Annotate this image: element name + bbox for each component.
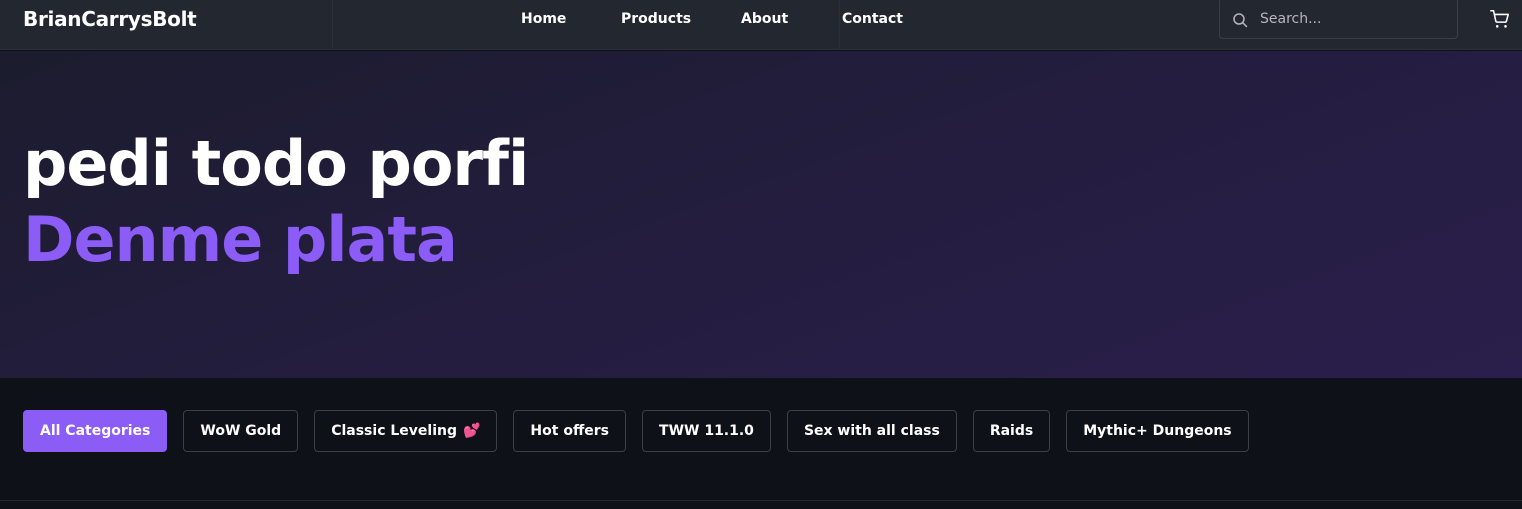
category-sex-with-all-class[interactable]: Sex with all class (786, 410, 957, 452)
category-label: WoW Gold (200, 423, 282, 439)
category-label: All Categories (40, 423, 151, 439)
category-label: TWW 11.1.0 (659, 423, 754, 439)
nav-divider (332, 0, 333, 50)
nav-home[interactable]: Home (521, 11, 566, 27)
category-bar: All Categories WoW Gold Classic Leveling… (0, 378, 1522, 500)
cart-icon[interactable] (1489, 8, 1511, 30)
category-label: Hot offers (530, 423, 610, 439)
category-tww[interactable]: TWW 11.1.0 (642, 410, 771, 452)
search-input[interactable] (1260, 8, 1450, 30)
category-wow-gold[interactable]: WoW Gold (183, 410, 299, 452)
hero-title: pedi todo porfi (23, 127, 529, 200)
search-box (1219, 0, 1458, 39)
category-label: Sex with all class (803, 423, 940, 439)
category-classic-leveling[interactable]: Classic Leveling 💕 (314, 410, 498, 452)
category-mythic-dungeons[interactable]: Mythic+ Dungeons (1066, 410, 1249, 452)
category-all[interactable]: All Categories (23, 410, 168, 452)
category-hot-offers[interactable]: Hot offers (513, 410, 627, 452)
nav-divider (839, 0, 840, 50)
category-raids[interactable]: Raids (972, 410, 1051, 452)
hero-subtitle: Denme plata (23, 203, 458, 276)
site-header: BrianCarrysBolt Home Products About Cont… (0, 0, 1522, 50)
category-list: All Categories WoW Gold Classic Leveling… (23, 410, 1249, 452)
nav-products[interactable]: Products (621, 11, 691, 27)
category-label: Classic Leveling (331, 423, 457, 439)
section-divider (0, 500, 1522, 501)
brand-logo[interactable]: BrianCarrysBolt (23, 7, 197, 31)
hero-banner: pedi todo porfi Denme plata (0, 51, 1522, 378)
two-hearts-icon: 💕 (462, 423, 481, 439)
category-label: Raids (989, 423, 1034, 439)
nav-about[interactable]: About (741, 11, 788, 27)
category-label: Mythic+ Dungeons (1083, 423, 1232, 439)
nav-contact[interactable]: Contact (842, 11, 903, 27)
search-icon (1233, 13, 1248, 28)
